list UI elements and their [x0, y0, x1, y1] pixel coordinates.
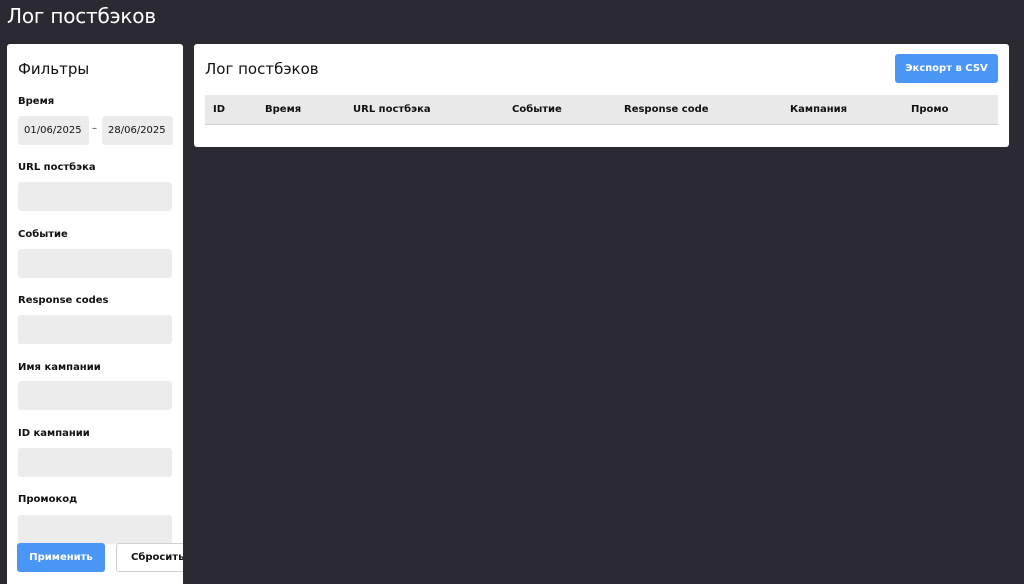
export-csv-button[interactable]: Экспорт в CSV	[895, 54, 998, 83]
postback-url-input[interactable]	[18, 182, 172, 211]
column-header-campaign[interactable]: Кампания	[790, 104, 847, 115]
column-header-promo[interactable]: Промо	[911, 104, 948, 115]
response-codes-input[interactable]	[18, 315, 172, 344]
column-header-response-code[interactable]: Response code	[624, 104, 709, 115]
campaign-id-input[interactable]	[18, 448, 172, 477]
event-input[interactable]	[18, 249, 172, 278]
log-table-header: ID Время URL постбэка Событие Response c…	[205, 95, 998, 125]
promocode-input[interactable]	[18, 515, 172, 544]
log-panel: Лог постбэков Экспорт в CSV ID Время URL…	[194, 44, 1009, 147]
date-to-input[interactable]	[102, 116, 173, 145]
time-label: Время	[18, 96, 55, 107]
campaign-name-label: Имя кампании	[18, 362, 101, 373]
column-header-id[interactable]: ID	[213, 104, 225, 115]
filters-title: Фильтры	[18, 60, 90, 78]
log-title: Лог постбэков	[205, 60, 319, 78]
date-separator: –	[92, 123, 97, 134]
apply-button[interactable]: Применить	[17, 543, 105, 572]
filters-panel: Фильтры Время – URL постбэка Событие Res…	[7, 44, 183, 584]
campaign-name-input[interactable]	[18, 381, 172, 410]
event-label: Событие	[18, 229, 68, 240]
response-codes-label: Response codes	[18, 295, 109, 306]
column-header-time[interactable]: Время	[265, 104, 301, 115]
postback-url-label: URL постбэка	[18, 162, 96, 173]
date-from-input[interactable]	[18, 116, 89, 145]
page-title: Лог постбэков	[7, 4, 156, 28]
campaign-id-label: ID кампании	[18, 428, 90, 439]
column-header-event[interactable]: Событие	[512, 104, 562, 115]
reset-button[interactable]: Сбросить	[116, 543, 183, 572]
column-header-postback-url[interactable]: URL постбэка	[353, 104, 431, 115]
promocode-label: Промокод	[18, 494, 78, 505]
